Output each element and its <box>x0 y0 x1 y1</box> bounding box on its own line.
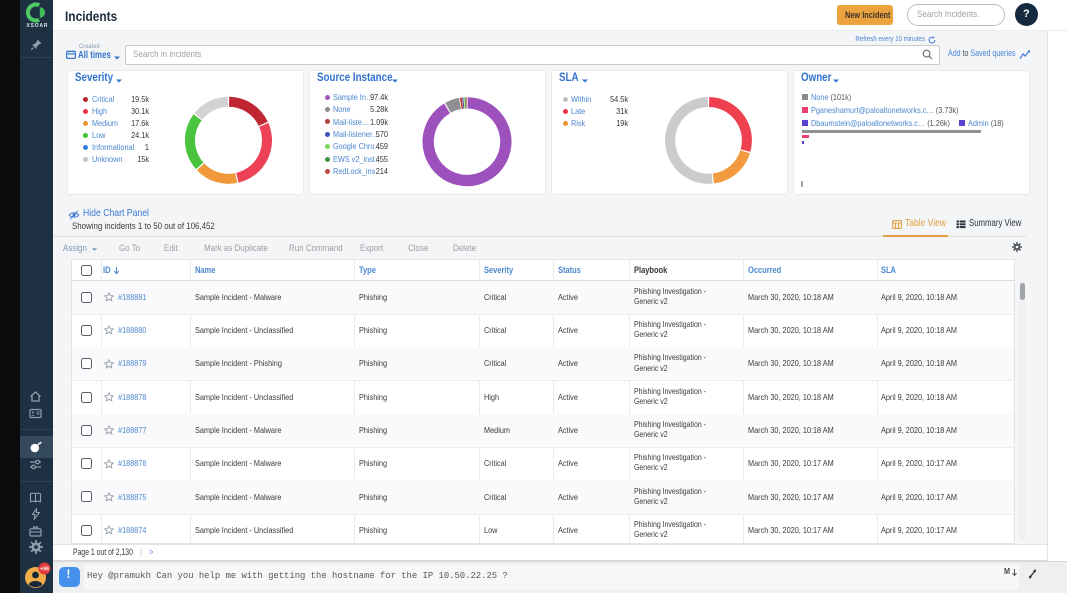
svg-text:+99: +99 <box>40 567 49 573</box>
